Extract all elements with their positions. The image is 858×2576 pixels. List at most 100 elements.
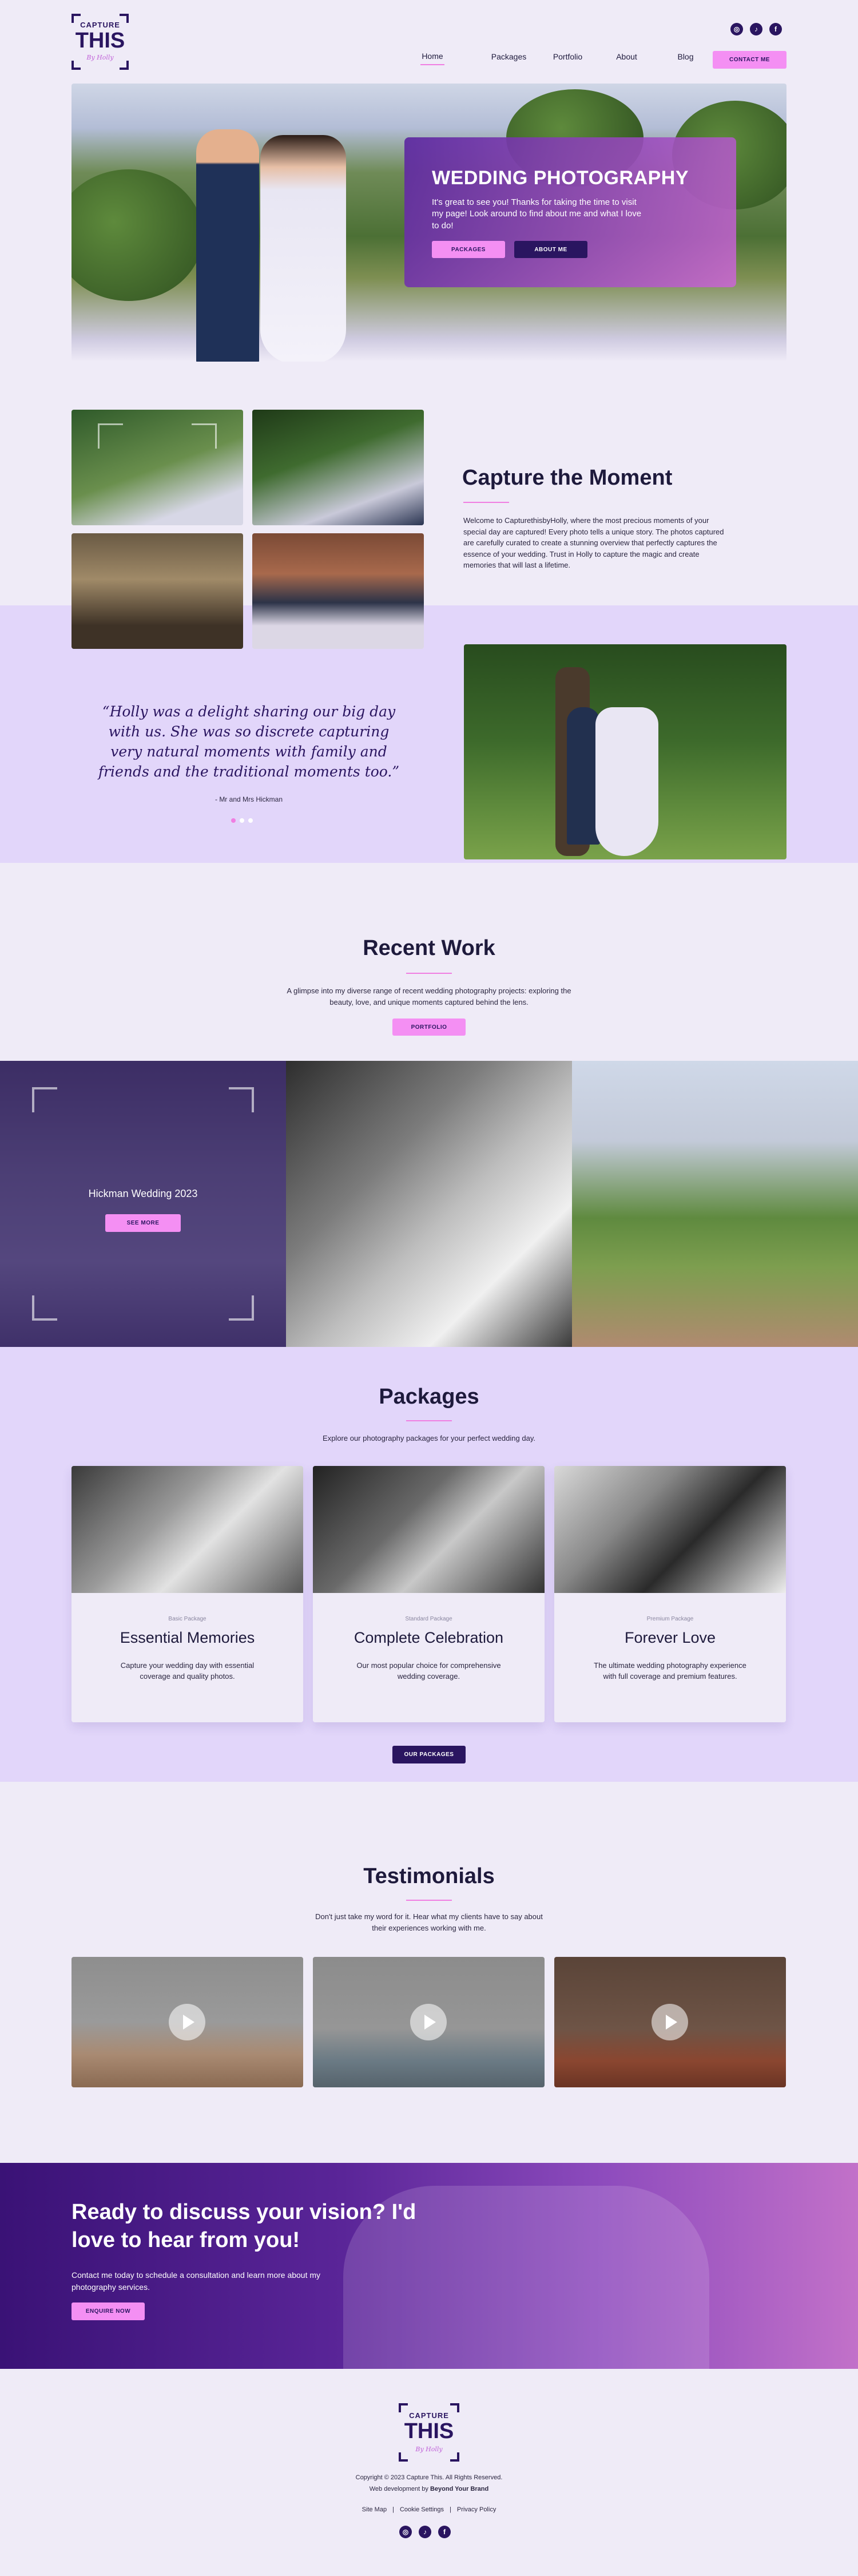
overlay-frame-corner (32, 1295, 57, 1321)
gallery-photo-venue-columns[interactable] (72, 533, 243, 649)
nav-packages[interactable]: Packages (479, 52, 538, 65)
instagram-icon[interactable]: ◎ (730, 23, 743, 35)
enquire-now-button[interactable]: ENQUIRE NOW (72, 2302, 145, 2320)
photo-frame-corner (192, 423, 217, 449)
logo-top-text: CAPTURE (80, 21, 120, 29)
footer-webdev: Web development by Beyond Your Brand (0, 2486, 858, 2492)
logo-frame-corner (120, 61, 129, 70)
footer-webdev-prefix: Web development by (369, 2486, 428, 2492)
footer-link-sitemap[interactable]: Site Map (362, 2506, 387, 2513)
hero-packages-button[interactable]: PACKAGES (432, 241, 505, 258)
work-photo-black-white[interactable] (286, 1061, 572, 1347)
package-image (554, 1466, 786, 1593)
our-packages-button[interactable]: OUR PACKAGES (392, 1746, 466, 1763)
recent-work-text: A glimpse into my diverse range of recen… (287, 986, 571, 1006)
hero-card: WEDDING PHOTOGRAPHY It's great to see yo… (404, 137, 736, 287)
facebook-icon[interactable]: f (769, 23, 782, 35)
site-logo[interactable]: CAPTURE THIS By Holly (72, 14, 129, 70)
footer-separator: | (450, 2506, 451, 2513)
quote-photo-couple-tree (464, 644, 786, 859)
packages-underline (406, 1420, 452, 1421)
footer-social-links: ◎ ♪ f (399, 2526, 451, 2538)
carousel-dot[interactable] (231, 818, 236, 823)
package-image (72, 1466, 303, 1593)
nav-portfolio[interactable]: Portfolio (538, 52, 597, 65)
package-image (313, 1466, 545, 1593)
footer-separator: | (392, 2506, 394, 2513)
package-card-basic[interactable]: Basic Package Essential Memories Capture… (72, 1466, 303, 1722)
facebook-icon[interactable]: f (438, 2526, 451, 2538)
package-description: Capture your wedding day with essential … (120, 1661, 255, 1681)
cta-text: Contact me today to schedule a consultat… (72, 2270, 321, 2292)
hero-image-tree (72, 169, 203, 301)
hero-banner: WEDDING PHOTOGRAPHY It's great to see yo… (72, 84, 786, 362)
footer-webdev-link[interactable]: Beyond Your Brand (430, 2486, 488, 2492)
contact-me-button[interactable]: CONTACT ME (713, 51, 786, 69)
play-icon[interactable] (410, 2004, 447, 2040)
work-photo-overlay: Hickman Wedding 2023 SEE MORE (0, 1061, 286, 1347)
main-nav: Home Packages Portfolio About Blog (420, 51, 715, 65)
capture-title-underline (463, 502, 509, 503)
recent-work-underline (406, 973, 452, 974)
package-name: Forever Love (624, 1629, 716, 1646)
packages-title: Packages (379, 1385, 479, 1409)
overlay-frame-corner (229, 1295, 254, 1321)
carousel-dot[interactable] (248, 818, 253, 823)
footer-link-privacy[interactable]: Privacy Policy (457, 2506, 496, 2513)
package-tier: Basic Package (168, 1616, 206, 1622)
testimonial-author: - Mr and Mrs Hickman (214, 795, 283, 803)
capture-text: Welcome to CapturethisbyHolly, where the… (463, 516, 724, 569)
carousel-dot[interactable] (240, 818, 244, 823)
hero-about-button[interactable]: ABOUT ME (514, 241, 587, 258)
testimonials-text: Don't just take my word for it. Hear wha… (315, 1912, 543, 1932)
testimonial-video[interactable] (72, 1957, 303, 2087)
package-description: The ultimate wedding photography experie… (594, 1661, 746, 1681)
package-card-premium[interactable]: Premium Package Forever Love The ultimat… (554, 1466, 786, 1722)
cta-banner: Ready to discuss your vision? I'd love t… (0, 2163, 858, 2369)
package-name: Complete Celebration (353, 1629, 504, 1646)
hero-text: It's great to see you! Thanks for taking… (432, 197, 642, 231)
cta-title: Ready to discuss your vision? I'd love t… (72, 2200, 416, 2252)
header-social-links: ◎ ♪ f (730, 23, 782, 35)
portfolio-button[interactable]: PORTFOLIO (392, 1018, 466, 1036)
nav-home[interactable]: Home (420, 51, 444, 65)
logo-main-text: THIS (75, 29, 125, 53)
packages-text: Explore our photography packages for you… (323, 1434, 535, 1442)
quote-carousel-dots (231, 818, 253, 823)
logo-frame-corner (72, 61, 81, 70)
package-name: Essential Memories (120, 1629, 255, 1646)
tiktok-icon[interactable]: ♪ (419, 2526, 431, 2538)
testimonial-quote: “Holly was a delight sharing our big day… (98, 703, 400, 780)
package-card-standard[interactable]: Standard Package Complete Celebration Ou… (313, 1466, 545, 1722)
package-tier: Premium Package (646, 1616, 694, 1622)
testimonial-video[interactable] (313, 1957, 545, 2087)
play-icon[interactable] (652, 2004, 688, 2040)
gallery-photo-couple-garden[interactable] (72, 410, 243, 525)
testimonials-title: Testimonials (363, 1864, 495, 1888)
logo-top-text: CAPTURE (409, 2411, 449, 2420)
play-icon[interactable] (169, 2004, 205, 2040)
instagram-icon[interactable]: ◎ (399, 2526, 412, 2538)
nav-blog[interactable]: Blog (656, 52, 715, 65)
testimonials-underline (406, 1900, 452, 1901)
recent-work-title: Recent Work (363, 936, 495, 960)
package-tier: Standard Package (405, 1616, 452, 1622)
gallery-photo-family-group[interactable] (252, 533, 424, 649)
footer-copyright: Copyright © 2023 Capture This. All Right… (355, 2474, 503, 2481)
hero-image-groom (196, 129, 259, 362)
overlay-frame-corner (229, 1087, 254, 1112)
footer-logo[interactable]: CAPTURE THIS By Holly (399, 2403, 459, 2462)
footer-link-cookies[interactable]: Cookie Settings (400, 2506, 444, 2513)
logo-sub-text: By Holly (86, 54, 114, 61)
hero-image-bride (260, 135, 346, 362)
work-photo-group-outdoor[interactable] (572, 1061, 858, 1347)
nav-about[interactable]: About (597, 52, 656, 65)
logo-sub-text: By Holly (415, 2446, 443, 2453)
overlay-frame-corner (32, 1087, 57, 1112)
see-more-button[interactable]: SEE MORE (105, 1214, 181, 1232)
capture-title: Capture the Moment (462, 466, 673, 490)
gallery-photo-couple-laughing[interactable] (252, 410, 424, 525)
tiktok-icon[interactable]: ♪ (750, 23, 762, 35)
photo-bride (595, 707, 658, 856)
testimonial-video[interactable] (554, 1957, 786, 2087)
